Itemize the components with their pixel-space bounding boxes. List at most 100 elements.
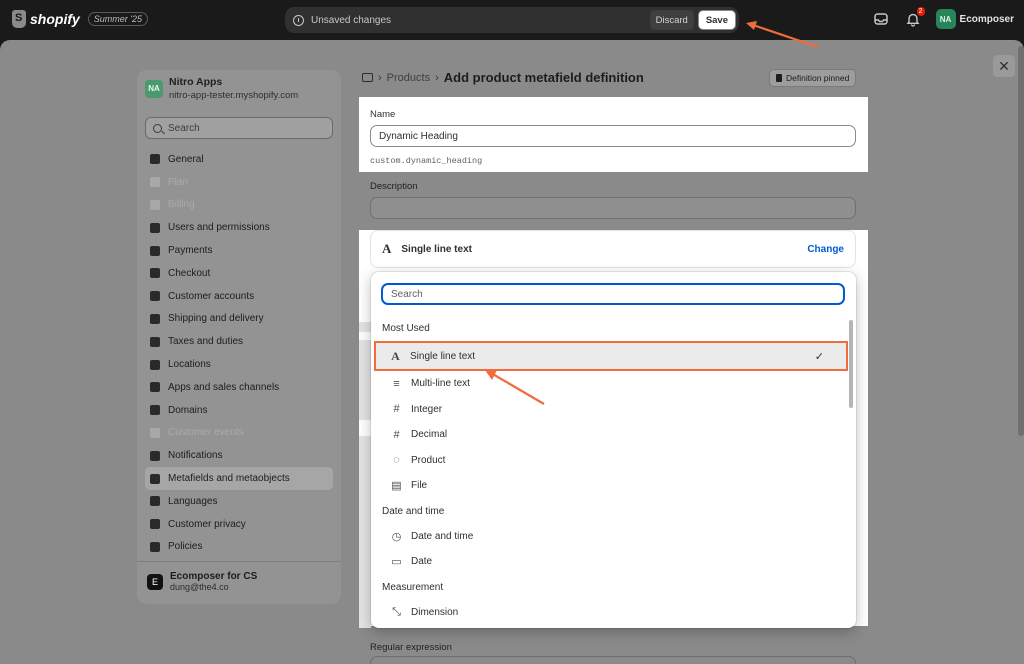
sidebar-item-users-and-permissions[interactable]: Users and permissions (145, 216, 333, 239)
type-option-label: File (411, 480, 428, 492)
description-label: Description (370, 181, 418, 192)
description-input[interactable] (370, 197, 856, 219)
background-card-edge (359, 340, 371, 420)
location-icon (150, 359, 160, 370)
type-option-single-line-text[interactable]: A Single line text ✓ (374, 341, 848, 371)
type-search-input[interactable]: Search (381, 283, 845, 305)
sidebar-item-taxes-and-duties[interactable]: Taxes and duties (145, 330, 333, 353)
type-option-dimension[interactable]: ⤡ Dimension (375, 600, 845, 626)
regex-section: Regular expression (359, 628, 868, 664)
search-icon (153, 123, 162, 133)
type-option-multi-line-text[interactable]: ≡ Multi-line text (375, 371, 845, 397)
type-option-label: Decimal (411, 429, 448, 441)
receipt-icon (150, 199, 160, 210)
hash-icon: # (393, 403, 400, 416)
background-card-edge (359, 322, 371, 332)
bell-icon[interactable]: 2 (904, 7, 925, 28)
sidebar-item-billing[interactable]: Billing (145, 194, 333, 217)
store-icon (150, 154, 160, 165)
sidebar-item-label: Billing (168, 199, 195, 211)
text-a-icon: A (382, 241, 392, 256)
domain-icon (150, 405, 160, 416)
regex-input[interactable] (370, 656, 856, 664)
search-placeholder: Search (168, 122, 200, 134)
sidebar-item-general[interactable]: General (145, 148, 333, 171)
top-bar: shopify Summer '25 Unsaved changes Disca… (0, 0, 1024, 40)
breadcrumb-products[interactable]: Products (387, 72, 430, 84)
sidebar-item-locations[interactable]: Locations (145, 353, 333, 376)
sidebar-item-plan[interactable]: Plan (145, 171, 333, 194)
hash-icon: # (393, 428, 400, 441)
sidebar-item-languages[interactable]: Languages (145, 490, 333, 513)
sidebar-item-customer-privacy[interactable]: Customer privacy (145, 513, 333, 536)
close-button[interactable]: ✕ (993, 55, 1015, 77)
unsaved-text: Unsaved changes (311, 14, 392, 26)
user-name: Ecomposer for CS (170, 571, 258, 582)
sidebar-item-label: Languages (168, 495, 218, 507)
change-type-button[interactable]: Change (807, 244, 844, 255)
lock-icon (150, 519, 160, 530)
regex-label: Regular expression (370, 642, 452, 653)
sidebar-item-policies[interactable]: Policies (145, 536, 333, 559)
dimension-icon: ⤡ (392, 605, 401, 618)
apps-icon (150, 382, 160, 393)
type-list: Most Used A Single line text ✓ ≡ Multi-line t… (371, 316, 849, 625)
description-section: Description (359, 172, 868, 230)
dropdown-scrollbar[interactable] (849, 320, 853, 408)
breadcrumb: › Products › Add product metafield defin… (362, 70, 644, 85)
type-option-product[interactable]: ◌ Product (375, 448, 845, 474)
sidebar-item-label: Users and permissions (168, 222, 270, 234)
type-option-label: Date and time (411, 530, 474, 542)
sidebar-item-customer-events[interactable]: Customer events (145, 422, 333, 445)
type-option-decimal[interactable]: # Decimal (375, 422, 845, 448)
page-scrollbar[interactable] (1018, 46, 1024, 436)
type-option-file[interactable]: ▤ File (375, 473, 845, 499)
users-icon (150, 222, 160, 233)
inbox-icon[interactable] (872, 10, 890, 28)
name-card: Name Dynamic Heading custom.dynamic_head… (359, 97, 868, 172)
info-icon (293, 14, 304, 26)
save-button[interactable]: Save (697, 10, 736, 30)
sidebar-item-checkout[interactable]: Checkout (145, 262, 333, 285)
sidebar-item-shipping-and-delivery[interactable]: Shipping and delivery (145, 308, 333, 331)
type-option-label: Product (411, 454, 446, 466)
store-avatar: NA (145, 79, 163, 98)
selected-type-label: Single line text (401, 243, 472, 255)
background-card-edge (359, 436, 371, 628)
store-switcher[interactable]: NA Nitro Apps nitro-app-tester.myshopify… (145, 76, 298, 101)
sidebar-item-label: Apps and sales channels (168, 381, 280, 393)
type-picker-dropdown: Search Most Used A Single line text ✓ ≡ Multi… (371, 272, 856, 628)
type-option-date[interactable]: ▭ Date (375, 549, 845, 575)
type-group-heading: Date and time (382, 505, 445, 517)
sidebar-item-apps-and-sales-channels[interactable]: Apps and sales channels (145, 376, 333, 399)
avatar: NA (935, 9, 956, 29)
discard-button[interactable]: Discard (649, 10, 694, 30)
sidebar-item-payments[interactable]: Payments (145, 239, 333, 262)
account-name: Ecomposer (959, 13, 1014, 25)
sidebar-item-label: Policies (168, 541, 203, 553)
account-menu[interactable]: NA Ecomposer (935, 9, 1014, 29)
shopify-logo[interactable]: shopify Summer '25 (12, 10, 149, 28)
pinned-label: Definition pinned (786, 73, 850, 83)
type-option-label: Multi-line text (411, 378, 470, 390)
sidebar-item-label: Plan (168, 176, 189, 188)
selected-type-row: A Single line text Change (370, 230, 856, 268)
sidebar-item-domains[interactable]: Domains (145, 399, 333, 422)
sidebar-user[interactable]: E Ecomposer for CS dung@the4.co (137, 561, 341, 601)
page-title: Add product metafield definition (443, 70, 644, 85)
definition-pinned-button[interactable]: Definition pinned (769, 69, 857, 87)
sidebar-item-metafields-and-metaobjects[interactable]: Metafields and metaobjects (145, 467, 333, 490)
sidebar-item-label: Taxes and duties (168, 336, 244, 348)
type-option-label: Single line text (410, 350, 476, 362)
truck-icon (150, 313, 160, 324)
sidebar-search-input[interactable]: Search (145, 117, 333, 139)
type-option-date-and-time[interactable]: ◷ Date and time (375, 524, 845, 550)
sidebar-item-customer-accounts[interactable]: Customer accounts (145, 285, 333, 308)
product-icon: ◌ (393, 454, 400, 467)
tax-icon (150, 336, 160, 347)
sidebar-item-notifications[interactable]: Notifications (145, 444, 333, 467)
namespace-key: custom.dynamic_heading (370, 156, 483, 166)
type-option-integer[interactable]: # Integer (375, 397, 845, 423)
sidebar-item-label: General (168, 153, 204, 165)
name-input[interactable]: Dynamic Heading (370, 125, 856, 147)
